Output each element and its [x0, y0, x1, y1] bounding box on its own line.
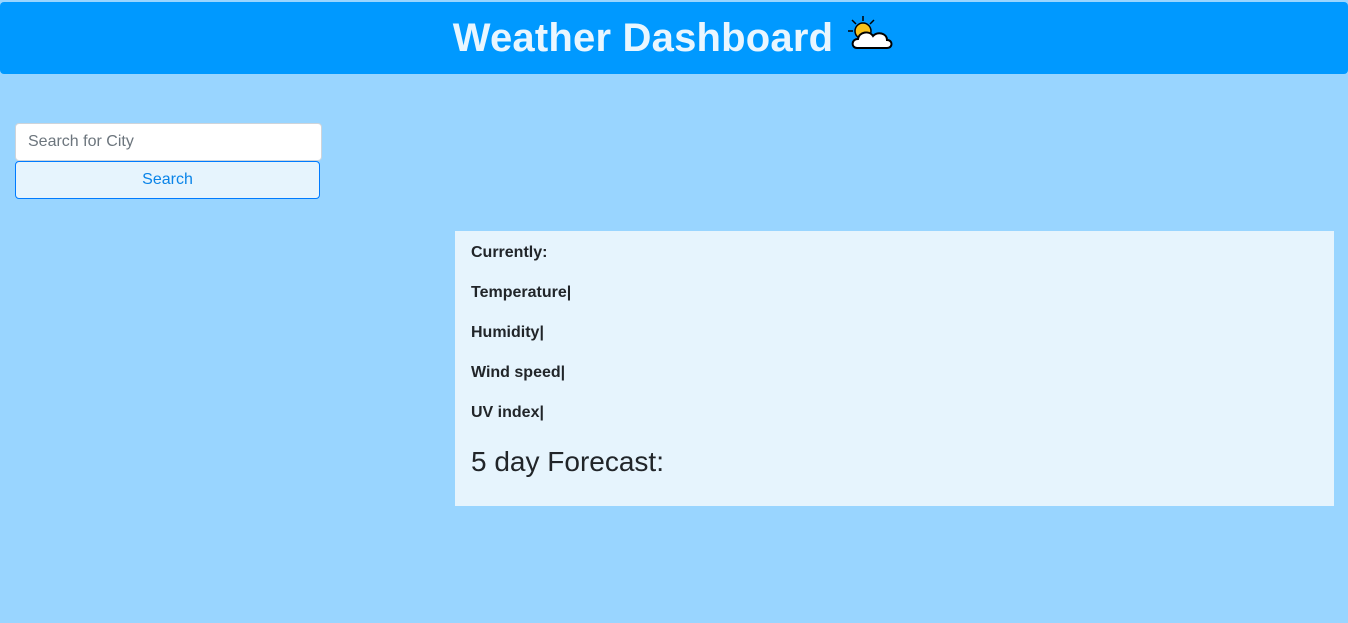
humidity-label: Humidity|: [471, 324, 544, 341]
temperature-label: Temperature|: [471, 284, 572, 301]
page-title: Weather Dashboard: [452, 15, 834, 60]
app-header: Weather Dashboard: [0, 2, 1348, 74]
sun-behind-cloud-icon: [847, 14, 895, 54]
current-weather-panel: Currently: Temperature| Humidity| Wind s…: [455, 231, 1334, 506]
currently-label: Currently:: [471, 244, 548, 261]
forecast-title: 5 day Forecast:: [471, 446, 664, 477]
wind-speed-label: Wind speed|: [471, 364, 566, 381]
search-input[interactable]: [15, 123, 322, 161]
search-button[interactable]: Search: [15, 161, 320, 199]
uv-index-label: UV index|: [471, 404, 544, 421]
